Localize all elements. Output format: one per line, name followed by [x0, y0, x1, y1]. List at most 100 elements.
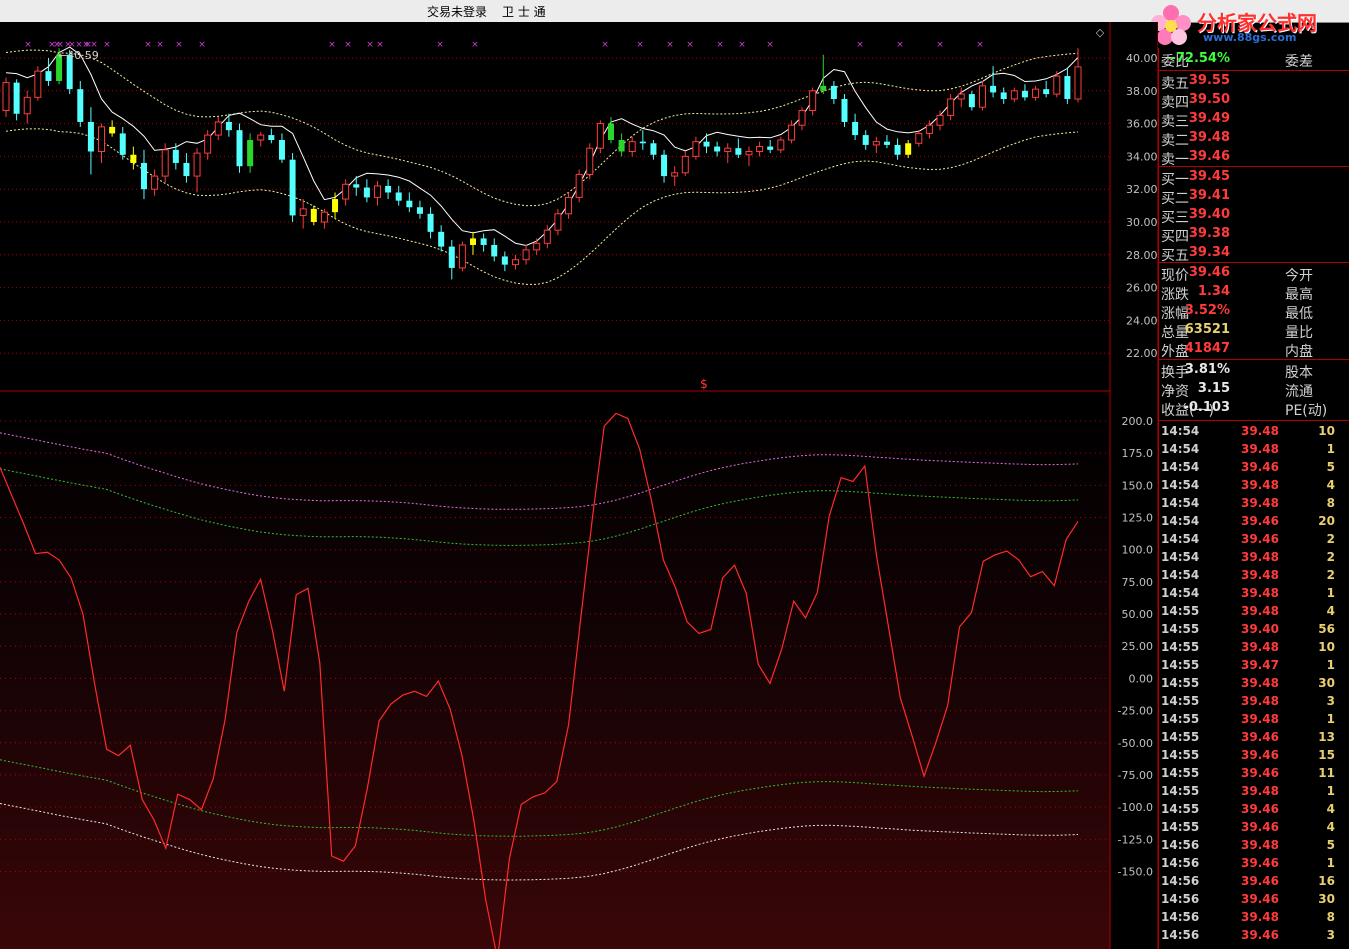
tick-row: 14:54 39.48 1 — [1159, 586, 1349, 604]
tick-row: 14:55 39.46 11 — [1159, 766, 1349, 784]
candle-body — [650, 143, 657, 155]
candle-body — [565, 196, 573, 215]
candle — [575, 169, 583, 203]
fund-row-value: 3.15 — [1197, 381, 1230, 396]
fund-row-value: 3.81% — [1184, 362, 1230, 377]
stat-row: 涨幅 3.52% 最低 — [1159, 303, 1349, 322]
tick-time: 14:54 — [1161, 496, 1200, 510]
tick-price: 39.48 — [1241, 568, 1279, 582]
candle-body — [628, 141, 636, 152]
candle-body — [533, 242, 541, 251]
ask-row-label: 卖三 — [1161, 114, 1189, 130]
candle-body — [915, 132, 923, 144]
ask-row-label: 卖四 — [1161, 95, 1189, 111]
candle — [289, 153, 296, 222]
tick-price: 39.46 — [1241, 766, 1279, 780]
tick-price: 39.48 — [1241, 424, 1279, 438]
tick-row: 14:55 39.46 4 — [1159, 820, 1349, 838]
candle-body — [767, 146, 774, 150]
tick-price: 39.48 — [1241, 784, 1279, 798]
stat-row: 外盘 41847 内盘 — [1159, 341, 1349, 360]
stat-row-label2: 量比 — [1285, 325, 1313, 341]
candle-body — [554, 213, 562, 231]
candle-body — [820, 85, 827, 91]
candle-body — [395, 192, 402, 201]
tick-time: 14:54 — [1161, 442, 1200, 456]
tick-price: 39.46 — [1241, 514, 1279, 528]
candle-body — [618, 140, 625, 152]
signal-marker: × — [716, 40, 724, 50]
osc-tick-label: 175.0 — [1122, 447, 1154, 460]
tick-time: 14:56 — [1161, 838, 1200, 852]
tick-time: 14:55 — [1161, 802, 1200, 816]
stat-row-value: 1.34 — [1197, 284, 1230, 299]
tick-volume: 1 — [1326, 856, 1335, 870]
tick-volume: 1 — [1326, 586, 1335, 600]
signal-marker: × — [198, 40, 206, 50]
tick-volume: 2 — [1326, 550, 1335, 564]
tick-time: 14:56 — [1161, 892, 1200, 906]
kline-chart[interactable]: 40.00 38.00 36.00 34.00 32.00 30.00 28.00 26.00… — [0, 22, 1158, 949]
tick-row: 14:54 39.48 1 — [1159, 442, 1349, 460]
candle-body — [745, 150, 753, 156]
tick-row: 14:55 39.48 3 — [1159, 694, 1349, 712]
stat-row: 现价 39.46 今开 — [1159, 265, 1349, 284]
candle-body — [332, 199, 339, 213]
tick-volume: 56 — [1318, 622, 1335, 636]
tick-row: 14:54 39.46 5 — [1159, 460, 1349, 478]
tick-volume: 1 — [1326, 442, 1335, 456]
tick-price: 39.46 — [1241, 856, 1279, 870]
tick-row: 14:55 39.48 1 — [1159, 712, 1349, 730]
tick-time: 14:55 — [1161, 712, 1200, 726]
candle-body — [925, 124, 933, 134]
stat-row-label2: 最低 — [1285, 306, 1313, 322]
candle-body — [990, 85, 997, 93]
fund-row-label2: 流通 — [1285, 384, 1313, 400]
candle-body — [1043, 89, 1050, 95]
bid-row-value: 39.34 — [1188, 245, 1230, 260]
osc-tick-label: -150.0 — [1118, 865, 1153, 878]
osc-tick-label: -50.00 — [1118, 737, 1153, 750]
tick-row: 14:55 39.46 4 — [1159, 802, 1349, 820]
tick-price: 39.46 — [1241, 928, 1279, 942]
ask-row-label: 卖二 — [1161, 133, 1189, 149]
ask-row-value: 39.46 — [1188, 149, 1230, 164]
diamond-icon[interactable]: ◇ — [1096, 26, 1105, 39]
candle-body — [161, 149, 169, 177]
stat-row-label2: 最高 — [1285, 287, 1313, 303]
tick-time: 14:54 — [1161, 460, 1200, 474]
candle-body — [756, 146, 764, 152]
fund-row-label2: PE(动) — [1285, 403, 1328, 419]
candle-body — [353, 184, 360, 188]
bid-row-value: 39.41 — [1188, 188, 1230, 203]
signal-marker: × — [936, 40, 944, 50]
bid-row-value: 39.38 — [1188, 226, 1230, 241]
candle-body — [480, 238, 487, 245]
candle — [596, 120, 604, 154]
fund-row-label2: 股本 — [1285, 365, 1313, 381]
candle-body — [957, 93, 965, 100]
candle-body — [978, 85, 986, 108]
osc-axis: 200.0 175.0 150.0 125.0 100.0 75.00 50.00 25.00… — [1118, 415, 1153, 878]
tick-time: 14:55 — [1161, 784, 1200, 798]
signal-marker: × — [103, 40, 111, 50]
bid-row: 买二 39.41 — [1159, 188, 1349, 207]
candle-body — [427, 213, 434, 232]
candle-body — [639, 141, 646, 144]
ask-row-value: 39.50 — [1188, 92, 1230, 107]
tick-volume: 1 — [1326, 784, 1335, 798]
osc-tick-label: -125.0 — [1118, 833, 1153, 846]
candle-body — [140, 162, 147, 190]
ask-row-label: 卖五 — [1161, 76, 1189, 92]
candle-body — [151, 175, 159, 190]
tick-time: 14:54 — [1161, 424, 1200, 438]
candle-body — [841, 99, 848, 122]
candle-body — [193, 152, 201, 177]
candle-body — [278, 140, 285, 160]
trade-status: 交易未登录 — [427, 5, 488, 19]
tick-volume: 4 — [1326, 478, 1335, 492]
candle-body — [204, 134, 212, 154]
candle-body — [289, 159, 296, 216]
candle-body — [852, 121, 859, 136]
tick-time: 14:55 — [1161, 676, 1200, 690]
